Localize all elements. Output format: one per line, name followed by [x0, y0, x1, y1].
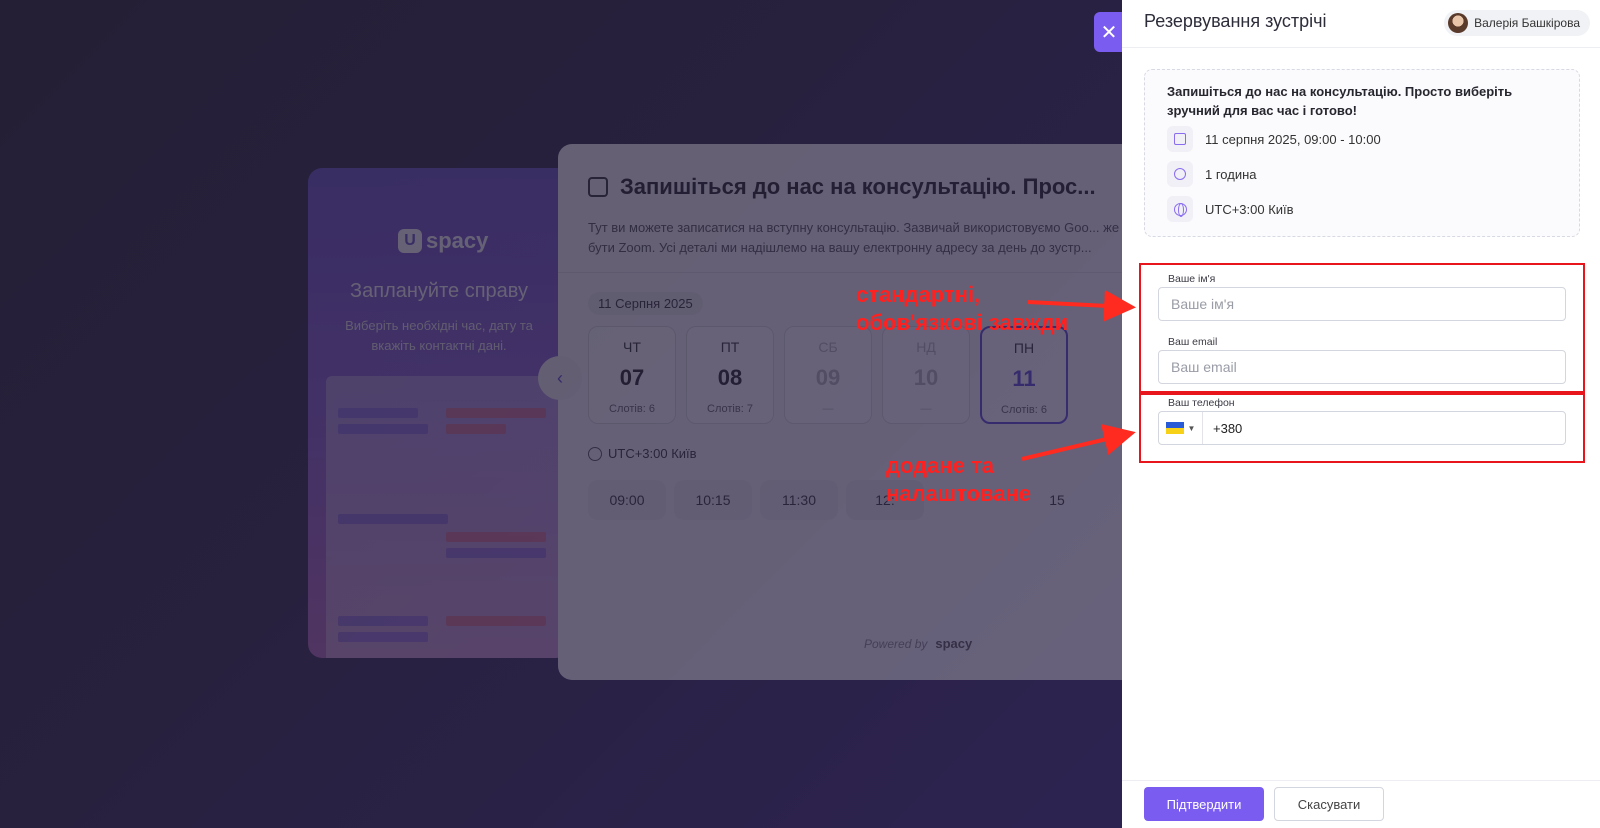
annotation-arrows	[1021, 289, 1136, 461]
arrow-standard	[1027, 289, 1136, 322]
arrow-added	[1021, 423, 1136, 461]
